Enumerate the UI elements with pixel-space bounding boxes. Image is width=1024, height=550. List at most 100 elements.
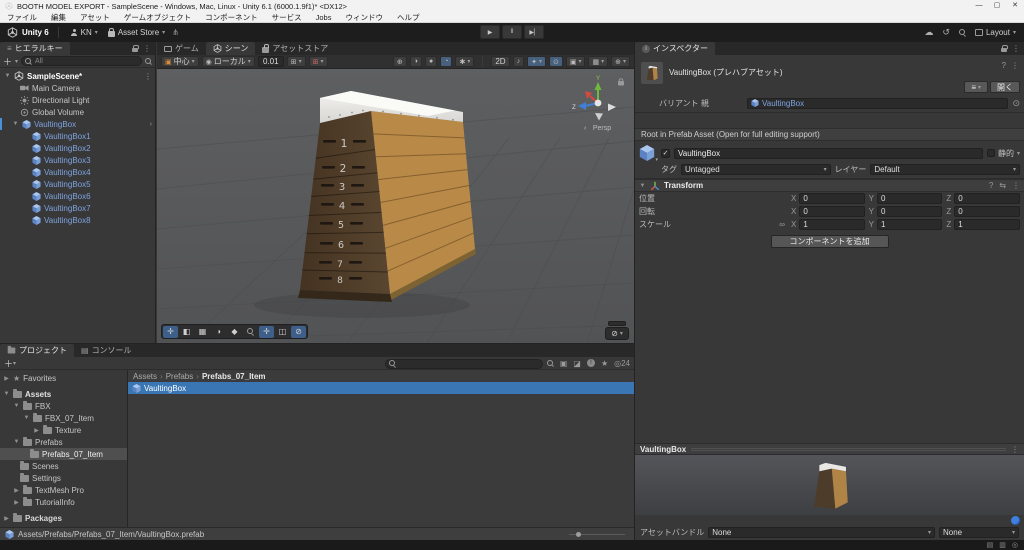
grid-snap-dropdown[interactable]: ⊞ ▾: [286, 56, 306, 67]
project-search-input[interactable]: [385, 358, 543, 369]
layout-dropdown[interactable]: Layout ▾: [974, 28, 1016, 37]
static-checkbox[interactable]: [986, 149, 995, 157]
package-visibility-icon[interactable]: ▣: [560, 359, 568, 368]
hierarchy-item-vaultingbox2[interactable]: VaultingBox2: [0, 142, 155, 154]
overrides-dropdown[interactable]: ≡ ▾: [964, 81, 988, 93]
maximize-icon[interactable]: ▢: [988, 0, 1006, 12]
rotation-z-field[interactable]: 0: [954, 206, 1021, 217]
overlay-drag-handle[interactable]: [608, 321, 626, 326]
hierarchy-item-vaultingbox6[interactable]: VaultingBox6: [0, 190, 155, 202]
hierarchy-item-vaultingbox8[interactable]: VaultingBox8: [0, 214, 155, 226]
tree-item-settings[interactable]: Settings: [0, 472, 127, 484]
rect-tool-icon[interactable]: ◆: [227, 326, 242, 338]
create-add-button[interactable]: ＋: [3, 55, 12, 68]
open-prefab-button[interactable]: 開く: [990, 81, 1020, 93]
effects-dropdown[interactable]: ✱ ▾: [455, 56, 475, 67]
tree-item-fbx[interactable]: FBX: [0, 400, 127, 412]
scene-effects-dropdown[interactable]: ✦ ▾: [527, 56, 546, 67]
cache-server-icon[interactable]: ▤: [987, 541, 994, 549]
gizmo-lock-icon[interactable]: [618, 81, 624, 86]
menu-gameobject[interactable]: ゲームオブジェクト: [117, 12, 198, 23]
preview-header[interactable]: VaultingBox ⋮: [635, 443, 1024, 455]
menu-edit[interactable]: 編集: [44, 12, 73, 23]
breadcrumb-assets[interactable]: Assets: [133, 372, 157, 381]
hierarchy-item-vaultingbox1[interactable]: VaultingBox1: [0, 130, 155, 142]
grid-visual-dropdown[interactable]: ▦ ▾: [588, 56, 609, 67]
tag-dropdown[interactable]: Untagged: [681, 163, 831, 175]
scene-row[interactable]: SampleScene* ⋮: [0, 70, 155, 82]
tree-item-prefabs[interactable]: Prefabs: [0, 436, 127, 448]
skybox-toggle-icon[interactable]: ●: [424, 56, 438, 67]
linked-scale-icon[interactable]: ∞: [779, 220, 785, 229]
rotation-y-field[interactable]: 0: [877, 206, 943, 217]
tab-game[interactable]: ゲーム: [157, 42, 206, 55]
chevron-down-icon[interactable]: ▾: [1017, 150, 1020, 157]
presets-icon[interactable]: ⇆: [999, 181, 1006, 190]
scale-x-field[interactable]: 1: [799, 219, 865, 230]
scene-visibility-eye-icon[interactable]: ⊙: [548, 56, 563, 67]
gameobject-icon[interactable]: ▾: [639, 145, 658, 163]
undo-history-icon[interactable]: ↺: [942, 27, 950, 38]
transform-tool-icon[interactable]: ✛: [259, 325, 274, 338]
camera-settings-dropdown[interactable]: ▣ ▾: [565, 56, 586, 67]
scale-tool-icon[interactable]: ◑: [211, 326, 226, 338]
menu-services[interactable]: サービス: [265, 12, 309, 23]
help-icon[interactable]: ?: [989, 181, 993, 190]
close-icon[interactable]: ✕: [1006, 0, 1024, 12]
menu-jobs[interactable]: Jobs: [309, 12, 339, 23]
hierarchy-search-input[interactable]: All: [21, 56, 142, 66]
add-component-button[interactable]: コンポーネントを追加: [770, 234, 889, 248]
hierarchy-item-vaultingbox4[interactable]: VaultingBox4: [0, 166, 155, 178]
draw-mode-shaded-icon[interactable]: ⊕: [392, 56, 407, 67]
tree-item-tutorialinfo[interactable]: TutorialInfo: [0, 496, 127, 508]
tab-asset-store[interactable]: アセットストア: [255, 42, 335, 55]
hierarchy-item-vaultingbox5[interactable]: VaultingBox5: [0, 178, 155, 190]
create-add-button[interactable]: ＋: [4, 357, 13, 370]
search-icon[interactable]: [958, 29, 966, 36]
asset-preview[interactable]: [635, 455, 1024, 515]
object-picker-icon[interactable]: ⊙: [1012, 98, 1020, 109]
tab-scene[interactable]: シーン: [205, 42, 256, 55]
alert-icon[interactable]: !: [586, 359, 595, 367]
asset-store-dropdown[interactable]: Asset Store ▾: [105, 27, 168, 37]
search-by-type-icon[interactable]: [145, 57, 152, 65]
position-z-field[interactable]: 0: [954, 193, 1021, 204]
assetbundle-dropdown[interactable]: None: [708, 527, 935, 538]
tree-item-textmesh-pro[interactable]: TextMesh Pro: [0, 484, 127, 496]
lighting-toggle-icon[interactable]: ◑: [409, 56, 422, 67]
view-tool-icon[interactable]: ✛: [163, 325, 178, 338]
minimize-icon[interactable]: —: [970, 0, 988, 12]
tree-item-assets[interactable]: Assets: [0, 388, 127, 400]
more-menu-icon[interactable]: ⋮: [1012, 181, 1020, 190]
asset-item-vaultingbox[interactable]: VaultingBox: [128, 382, 634, 394]
hierarchy-item-directional-light[interactable]: Directional Light: [0, 94, 155, 106]
tree-item-fbx-07-item[interactable]: FBX_07_Item: [0, 412, 127, 424]
lock-icon[interactable]: [132, 44, 139, 53]
breadcrumb-current[interactable]: Prefabs_07_Item: [202, 372, 266, 381]
more-menu-icon[interactable]: ⋮: [1011, 61, 1019, 70]
menu-file[interactable]: ファイル: [0, 12, 44, 23]
account-dropdown[interactable]: KN ▾: [68, 28, 101, 37]
preview-resize-handle[interactable]: [691, 447, 1006, 451]
menu-window[interactable]: ウィンドウ: [338, 12, 390, 23]
hierarchy-item-global-volume[interactable]: Global Volume: [0, 106, 155, 118]
tab-console[interactable]: ▤ コンソール: [74, 344, 139, 357]
custom-tool-icon[interactable]: ◫: [275, 326, 290, 338]
more-menu-icon[interactable]: ⋮: [143, 44, 151, 53]
play-button[interactable]: ▶: [480, 25, 500, 39]
collab-status-icon[interactable]: ▥: [999, 541, 1006, 549]
hierarchy-item-vaultingbox3[interactable]: VaultingBox3: [0, 154, 155, 166]
rotate-tool-icon[interactable]: ▦: [195, 326, 210, 338]
scale-z-field[interactable]: 1: [954, 219, 1021, 230]
tab-inspector[interactable]: i インスペクター: [635, 42, 715, 55]
audio-toggle-icon[interactable]: ♪: [512, 56, 525, 67]
breadcrumb-prefabs[interactable]: Prefabs: [166, 372, 194, 381]
scale-y-field[interactable]: 1: [877, 219, 943, 230]
tree-item-favorites[interactable]: ★ Favorites: [0, 372, 127, 384]
position-x-field[interactable]: 0: [799, 193, 865, 204]
zoom-tool-icon[interactable]: [243, 326, 258, 338]
tree-item-prefabs-07-item[interactable]: Prefabs_07_Item: [0, 448, 127, 460]
assetbundle-variant-dropdown[interactable]: None: [939, 527, 1019, 538]
hierarchy-item-vaultingbox[interactable]: VaultingBox ›: [0, 118, 155, 130]
gizmo-tool-icon[interactable]: ⊘: [291, 325, 306, 338]
